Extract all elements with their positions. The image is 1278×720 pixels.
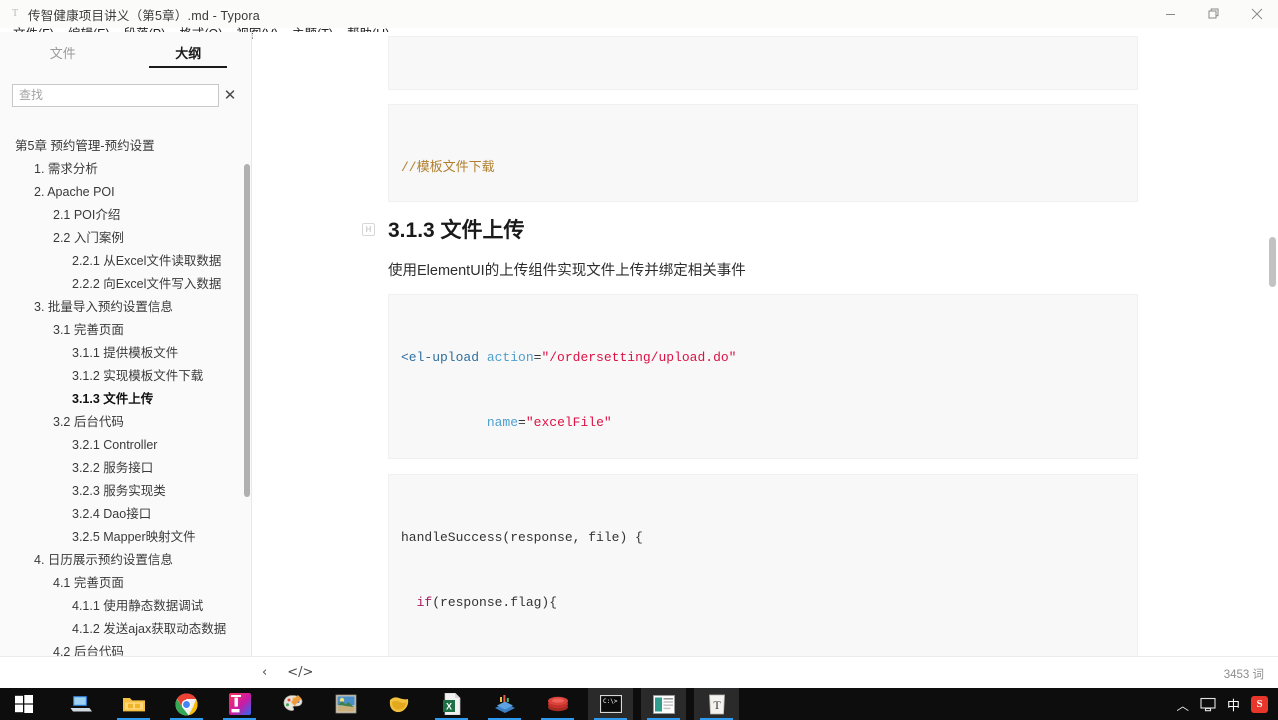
outline-item[interactable]: 3.1 完善页面 [0, 319, 252, 342]
code-line: <el-upload action="/ordersetting/upload.… [401, 350, 737, 366]
code-block-handle-success[interactable]: handleSuccess(response, file) { if(respo… [388, 474, 1138, 656]
outline-item[interactable]: 4.1.2 发送ajax获取动态数据 [0, 618, 252, 641]
outline-item[interactable]: 4.1.1 使用静态数据调试 [0, 595, 252, 618]
paint-icon[interactable] [270, 688, 315, 720]
typora-window: T 传智健康项目讲义（第5章）.md - Typora 文件(F) 编辑( [0, 0, 1278, 720]
outline-item[interactable]: 3.2 后台代码 [0, 411, 252, 434]
word-count[interactable]: 3453 词 [1224, 666, 1264, 682]
source-code-icon[interactable]: </> [287, 665, 313, 680]
outline-item[interactable]: 3.2.1 Controller [0, 434, 252, 457]
outline-item[interactable]: 2.2 入门案例 [0, 227, 252, 250]
search-input[interactable] [12, 83, 219, 107]
sogou-input-icon[interactable]: S [1251, 695, 1268, 713]
heading-text: 3.1.3 文件上传 [388, 219, 525, 242]
code-line: //模板文件下载 [401, 160, 495, 176]
sublime-icon[interactable] [641, 688, 686, 720]
intellij-idea-icon[interactable] [217, 688, 262, 720]
code-line: handleSuccess(response, file) { [401, 530, 643, 546]
outline-item[interactable]: 3.1.2 实现模板文件下载 [0, 365, 252, 388]
svg-text:C:\>: C:\> [603, 698, 618, 705]
close-sidebar-icon[interactable]: ✕ [219, 86, 241, 104]
outline-item-active[interactable]: 3.1.3 文件上传 [0, 388, 252, 411]
editor-pane[interactable]: <el-button style="margin-bottom: 20px;ma… [253, 32, 1278, 656]
outline-item[interactable]: 3.2.3 服务实现类 [0, 480, 252, 503]
outline-item[interactable]: 2.2.1 从Excel文件读取数据 [0, 250, 252, 273]
outline-item[interactable]: 3.2.5 Mapper映射文件 [0, 526, 252, 549]
outline-item[interactable]: 3.1.1 提供模板文件 [0, 342, 252, 365]
system-tray: ︿ 中 S [1176, 688, 1272, 720]
code-line: name="excelFile" [486, 414, 612, 430]
start-button[interactable] [0, 688, 48, 720]
sidebar: 文件 大纲 ✕ 第5章 预约管理-预约设置 1. 需求分析 2. Apache … [0, 32, 252, 688]
section-heading-wrap: H 3.1.3 文件上传 [362, 217, 1138, 245]
sidebar-tabs: 文件 大纲 [0, 32, 251, 76]
outline-list: 第5章 预约管理-预约设置 1. 需求分析 2. Apache POI 2.1 … [0, 127, 252, 688]
code-block-el-button[interactable]: <el-button style="margin-bottom: 20px;ma… [388, 36, 1138, 90]
outline-item[interactable]: 3. 批量导入预约设置信息 [0, 296, 252, 319]
code-block-el-upload[interactable]: <el-upload action="/ordersetting/upload.… [388, 294, 1138, 459]
code-line: if(response.flag){ [416, 594, 558, 610]
folder-yellow-icon[interactable] [376, 688, 421, 720]
svg-text:X: X [445, 702, 451, 712]
outline-item[interactable]: 2.2.2 向Excel文件写入数据 [0, 273, 252, 296]
page-heading: H 3.1.3 文件上传 [362, 217, 1138, 245]
ime-indicator[interactable]: 中 [1227, 695, 1240, 714]
excel-icon[interactable]: X [429, 688, 474, 720]
navicat-icon[interactable] [482, 688, 527, 720]
outline-item[interactable]: 第5章 预约管理-预约设置 [0, 135, 252, 158]
show-hidden-icons-chevron-icon[interactable]: ︿ [1176, 695, 1189, 714]
file-explorer-icon[interactable] [111, 688, 156, 720]
snipaste-icon[interactable] [323, 688, 368, 720]
terminal-icon[interactable]: C:\> [588, 688, 633, 720]
outline-item[interactable]: 3.2.2 服务接口 [0, 457, 252, 480]
status-bar: ‹ </> 3453 词 [0, 656, 1278, 688]
editor-scrollbar[interactable] [1269, 237, 1276, 287]
outline-item[interactable]: 2.1 POI介绍 [0, 204, 252, 227]
tab-files[interactable]: 文件 [0, 32, 126, 76]
status-left-tools: ‹ </> [262, 657, 313, 688]
outline-item[interactable]: 4.1 完善页面 [0, 572, 252, 595]
section-paragraph: 使用ElementUI的上传组件实现文件上传并绑定相关事件 [388, 263, 746, 279]
code-line: <el-button style="margin-bottom: 20px;ma… [401, 86, 1125, 89]
sidebar-scrollbar[interactable] [244, 164, 250, 497]
svg-text:T: T [713, 698, 721, 712]
chrome-icon[interactable] [164, 688, 209, 720]
code-block-download-template[interactable]: //模板文件下载 downloadTemplate(){ window.loca… [388, 104, 1138, 202]
redis-icon[interactable] [535, 688, 580, 720]
outline-item[interactable]: 4. 日历展示预约设置信息 [0, 549, 252, 572]
task-view-icon[interactable] [58, 688, 103, 720]
back-icon[interactable]: ‹ [262, 665, 267, 680]
sidebar-search-row: ✕ [0, 76, 251, 114]
tab-outline[interactable]: 大纲 [126, 32, 252, 76]
typora-icon[interactable]: T [694, 688, 739, 720]
taskbar: X C:\> T ︿ 中 S [0, 688, 1278, 720]
outline-item[interactable]: 3.2.4 Dao接口 [0, 503, 252, 526]
monitor-icon[interactable] [1200, 697, 1216, 712]
outline-item[interactable]: 2. Apache POI [0, 181, 252, 204]
outline-item[interactable]: 1. 需求分析 [0, 158, 252, 181]
heading-marker-icon: H [362, 223, 375, 236]
